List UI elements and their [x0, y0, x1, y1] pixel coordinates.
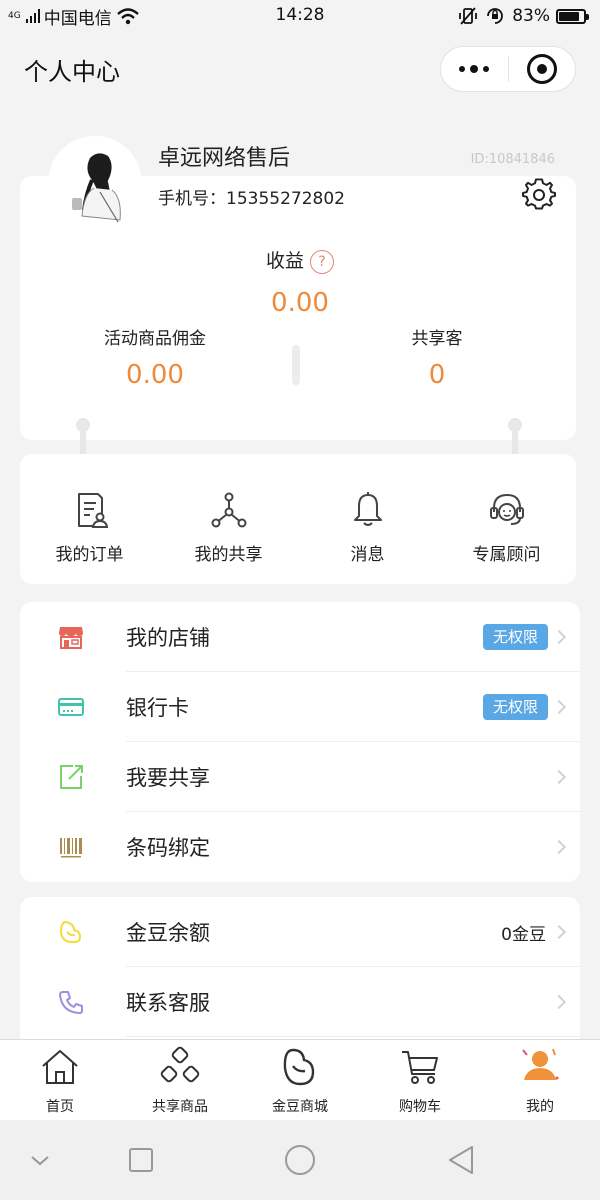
- tab-cart-label: 购物车: [399, 1099, 441, 1115]
- commission-label: 活动商品佣金: [104, 329, 206, 349]
- network-type: 4G: [8, 10, 21, 21]
- contact-service-row[interactable]: 联系客服: [20, 967, 580, 1037]
- avatar[interactable]: [48, 136, 142, 230]
- vibrate-icon: [459, 7, 478, 25]
- wifi-icon: [116, 8, 139, 25]
- my-orders-label: 我的订单: [55, 545, 124, 565]
- chevron-right-icon: [551, 839, 567, 855]
- more-dots-icon: [459, 65, 490, 73]
- no-permission-badge: 无权限: [482, 694, 548, 720]
- shared-goods-icon: [160, 1046, 200, 1083]
- share-customer-label: 共享客: [411, 329, 463, 349]
- tab-home-label: 首页: [46, 1099, 74, 1115]
- advisor-label: 专属顾问: [472, 545, 541, 565]
- tab-cart[interactable]: 购物车: [360, 1040, 480, 1120]
- user-icon: [522, 1048, 559, 1080]
- share-out-icon: [60, 765, 83, 789]
- nav-bar: 个人中心: [0, 32, 600, 106]
- user-name: 卓远网络售后: [158, 146, 291, 171]
- tab-shared-goods-label: 共享商品: [152, 1099, 208, 1115]
- signal-icon: [25, 9, 40, 23]
- bank-card-icon: [58, 698, 84, 716]
- menu-card-2: 金豆余额 0金豆 联系客服: [20, 897, 580, 1057]
- rotation-lock-icon: [487, 8, 504, 24]
- share-customer-value[interactable]: 0: [337, 360, 537, 390]
- tab-bean-mall-label: 金豆商城: [272, 1099, 328, 1115]
- my-store-row[interactable]: 我的店铺 无权限: [20, 602, 580, 672]
- earnings-label: 收益: [265, 250, 304, 272]
- tab-home[interactable]: 首页: [0, 1040, 120, 1120]
- target-icon: [526, 54, 557, 84]
- my-orders-button[interactable]: 我的订单: [20, 454, 159, 584]
- help-question-icon[interactable]: ?: [310, 249, 334, 274]
- my-share-button[interactable]: 我的共享: [159, 454, 298, 584]
- phone-row: 手机号：15355272802: [158, 184, 345, 209]
- battery-icon: [556, 8, 589, 24]
- home-circle-icon[interactable]: [282, 1142, 318, 1178]
- cart-icon: [402, 1051, 438, 1084]
- chevron-right-icon: [551, 699, 567, 715]
- back-triangle-icon[interactable]: [443, 1142, 479, 1178]
- no-permission-badge: 无权限: [482, 624, 548, 650]
- messages-label: 消息: [350, 545, 385, 565]
- earnings-value: 0.00: [271, 288, 329, 318]
- avatar-illustration: [48, 136, 142, 230]
- more-button[interactable]: [441, 47, 508, 91]
- status-bar: 4G 中国电信 14:28 83%: [0, 0, 600, 32]
- miniprogram-capsule: [440, 46, 576, 92]
- tab-mine-label: 我的: [526, 1099, 554, 1115]
- bean-icon: [59, 920, 82, 944]
- earnings-header: 收益?: [0, 246, 600, 274]
- chevron-right-icon: [551, 924, 567, 940]
- messages-button[interactable]: 消息: [298, 454, 437, 584]
- tab-mine[interactable]: 我的: [480, 1040, 600, 1120]
- user-id: ID:10841846: [470, 152, 555, 167]
- battery-percent: 83%: [512, 6, 550, 26]
- advisor-button[interactable]: 专属顾问: [437, 454, 576, 584]
- chevron-right-icon: [551, 769, 567, 785]
- bean-mall-icon: [283, 1048, 315, 1086]
- quick-actions-card: 我的订单 我的共享 消息 专属顾问: [20, 454, 576, 584]
- bank-card-row[interactable]: 银行卡 无权限: [20, 672, 580, 742]
- tab-bean-mall[interactable]: 金豆商城: [240, 1040, 360, 1120]
- system-navigation-bar: [0, 1120, 600, 1200]
- chevron-down-icon[interactable]: [22, 1142, 58, 1178]
- headset-icon: [489, 493, 524, 525]
- chevron-right-icon: [551, 994, 567, 1010]
- divider: [292, 345, 300, 385]
- barcode-bind-label: 条码绑定: [126, 836, 210, 860]
- bean-balance-row[interactable]: 金豆余额 0金豆: [20, 897, 580, 967]
- barcode-icon: [60, 838, 82, 858]
- phone-label: 手机号：: [158, 189, 226, 209]
- order-icon: [77, 493, 108, 528]
- my-store-label: 我的店铺: [126, 626, 210, 650]
- home-icon: [42, 1050, 78, 1084]
- my-share-label: 我的共享: [194, 545, 263, 565]
- barcode-bind-row[interactable]: 条码绑定: [20, 812, 580, 882]
- share-out-row[interactable]: 我要共享: [20, 742, 580, 812]
- share-out-label: 我要共享: [126, 766, 210, 790]
- menu-card: 我的店铺 无权限 银行卡 无权限 我要共享 条码绑定: [20, 602, 580, 882]
- contact-service-label: 联系客服: [126, 991, 210, 1015]
- carrier-name: 中国电信: [43, 8, 112, 29]
- phone-number: 15355272802: [226, 189, 345, 209]
- bank-card-label: 银行卡: [126, 696, 189, 720]
- tab-shared-goods[interactable]: 共享商品: [120, 1040, 240, 1120]
- share-network-icon: [211, 492, 246, 528]
- bean-balance-value: 0金豆: [501, 924, 546, 945]
- bell-icon: [353, 492, 382, 526]
- store-icon: [59, 627, 83, 649]
- commission-value[interactable]: 0.00: [55, 360, 255, 390]
- close-miniprogram-button[interactable]: [509, 47, 576, 91]
- tab-bar: 首页 共享商品 金豆商城 购物车 我的: [0, 1039, 600, 1120]
- page-title: 个人中心: [24, 57, 120, 86]
- recent-apps-icon[interactable]: [123, 1142, 159, 1178]
- bean-balance-label: 金豆余额: [126, 921, 210, 945]
- clock: 14:28: [275, 5, 325, 25]
- chevron-right-icon: [551, 629, 567, 645]
- phone-icon: [59, 991, 83, 1014]
- settings-gear-icon[interactable]: [522, 178, 556, 212]
